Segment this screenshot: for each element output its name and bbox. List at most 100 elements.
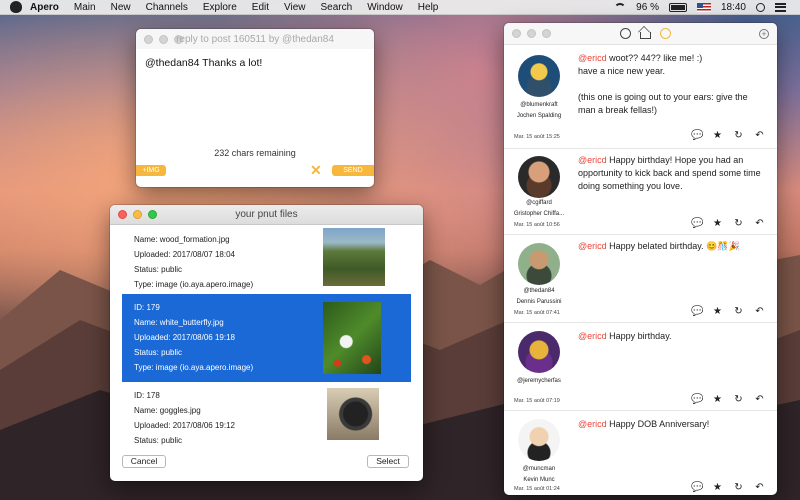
select-button[interactable]: Select xyxy=(367,455,409,468)
post-item[interactable]: @jeremycherfas Mar. 15 août 07:19 @ericd… xyxy=(504,323,777,411)
zoom-window-button[interactable] xyxy=(174,34,183,44)
close-window-button[interactable] xyxy=(118,210,127,219)
post-time: Mar. 15 août 07:19 xyxy=(514,398,560,404)
menu-edit[interactable]: Edit xyxy=(252,2,269,13)
reply-arrow-icon[interactable]: ↶ xyxy=(754,306,765,317)
file-thumbnail xyxy=(323,302,381,374)
menu-main[interactable]: Main xyxy=(74,2,96,13)
reply-arrow-icon[interactable]: ↶ xyxy=(754,394,765,405)
star-icon[interactable]: ★ xyxy=(712,130,723,141)
reply-bubble-icon[interactable]: 💬 xyxy=(691,130,703,141)
menu-new[interactable]: New xyxy=(111,2,131,13)
minimize-window-button[interactable] xyxy=(159,34,168,44)
new-post-icon[interactable]: + xyxy=(759,29,769,39)
post-text: @ericd Happy birthday! Hope you had an o… xyxy=(578,154,767,193)
star-icon[interactable]: ★ xyxy=(712,306,723,317)
battery-icon[interactable] xyxy=(668,2,687,12)
menu-help[interactable]: Help xyxy=(418,2,439,13)
post-fullname: Jochen Spalding xyxy=(516,113,562,119)
post-username[interactable]: @thedan84 xyxy=(504,286,574,297)
minimize-window-button[interactable] xyxy=(133,210,142,219)
mentions-icon[interactable] xyxy=(660,28,671,39)
star-icon[interactable]: ★ xyxy=(712,218,723,229)
global-stream-icon[interactable] xyxy=(620,28,631,39)
apple-menu-icon[interactable] xyxy=(10,1,22,13)
wifi-icon[interactable] xyxy=(614,2,627,12)
menu-channels[interactable]: Channels xyxy=(146,2,188,13)
star-icon[interactable]: ★ xyxy=(712,394,723,405)
avatar[interactable] xyxy=(518,331,560,373)
repost-icon[interactable]: ↻ xyxy=(733,482,744,493)
file-row[interactable]: ID: 178 Name: goggles.jpg Uploaded: 2017… xyxy=(122,382,411,447)
post-item[interactable]: @blumenkraft Jochen Spalding Mar. 15 aoû… xyxy=(504,45,777,149)
reply-bubble-icon[interactable]: 💬 xyxy=(691,306,703,317)
notification-center-icon[interactable] xyxy=(775,2,786,12)
home-icon[interactable] xyxy=(640,32,651,39)
menu-window[interactable]: Window xyxy=(367,2,403,13)
repost-icon[interactable]: ↻ xyxy=(733,130,744,141)
reply-arrow-icon[interactable]: ↶ xyxy=(754,482,765,493)
file-thumbnail xyxy=(327,388,379,440)
repost-icon[interactable]: ↻ xyxy=(733,218,744,229)
reply-window: reply to post 160511 by @thedan84 @theda… xyxy=(136,29,374,187)
post-item[interactable]: @muncman Kevin Munc Mar. 15 août 01:24 @… xyxy=(504,411,777,495)
minimize-window-button[interactable] xyxy=(527,29,536,38)
cancel-button[interactable]: Cancel xyxy=(122,455,166,468)
post-text: @ericd woot?? 44?? like me! :) have a ni… xyxy=(578,52,767,117)
battery-percent[interactable]: 96 % xyxy=(636,2,659,13)
reply-arrow-icon[interactable]: ↶ xyxy=(754,218,765,229)
post-username[interactable]: @cgiffard xyxy=(504,198,574,209)
post-mention[interactable]: @ericd xyxy=(578,155,607,165)
close-window-button[interactable] xyxy=(512,29,521,38)
avatar[interactable] xyxy=(518,156,560,198)
post-item[interactable]: @thedan84 Dennis Parussini Mar. 15 août … xyxy=(504,235,777,323)
post-body: Happy birthday. xyxy=(606,331,672,341)
timeline-posts[interactable]: @blumenkraft Jochen Spalding Mar. 15 aoû… xyxy=(504,45,777,495)
menu-bar: Apero Main New Channels Explore Edit Vie… xyxy=(0,0,800,15)
menu-view[interactable]: View xyxy=(284,2,306,13)
post-mention[interactable]: @ericd xyxy=(578,331,607,341)
compose-textarea[interactable]: @thedan84 Thanks a lot! xyxy=(145,57,365,69)
repost-icon[interactable]: ↻ xyxy=(733,394,744,405)
post-username[interactable]: @blumenkraft xyxy=(504,100,574,111)
file-row-selected[interactable]: ID: 179 Name: white_butterfly.jpg Upload… xyxy=(122,294,411,382)
post-mention[interactable]: @ericd xyxy=(578,53,607,63)
post-text: @ericd Happy DOB Anniversary! xyxy=(578,418,767,431)
post-username[interactable]: @jeremycherfas xyxy=(504,376,574,387)
post-mention[interactable]: @ericd xyxy=(578,241,607,251)
star-icon[interactable]: ★ xyxy=(712,482,723,493)
clock[interactable]: 18:40 xyxy=(721,2,746,13)
reply-arrow-icon[interactable]: ↶ xyxy=(754,130,765,141)
post-time: Mar. 15 août 07:41 xyxy=(514,310,560,316)
timeline-titlebar[interactable]: + xyxy=(504,23,777,45)
post-time: Mar. 15 août 15:25 xyxy=(514,134,560,140)
reply-bubble-icon[interactable]: 💬 xyxy=(691,218,703,229)
repost-icon[interactable]: ↻ xyxy=(733,306,744,317)
file-row[interactable]: Name: wood_formation.jpg Uploaded: 2017/… xyxy=(122,226,411,294)
file-thumbnail xyxy=(323,228,385,286)
reply-bubble-icon[interactable]: 💬 xyxy=(691,482,703,493)
close-window-button[interactable] xyxy=(144,34,153,44)
send-button[interactable]: SEND xyxy=(332,165,374,176)
cancel-post-icon[interactable]: ✕ xyxy=(310,163,322,177)
spotlight-search-icon[interactable] xyxy=(756,2,765,12)
menu-explore[interactable]: Explore xyxy=(203,2,237,13)
files-titlebar[interactable]: your pnut files xyxy=(110,205,423,225)
menu-app[interactable]: Apero xyxy=(30,2,59,13)
zoom-window-button[interactable] xyxy=(148,210,157,219)
file-list[interactable]: Name: wood_formation.jpg Uploaded: 2017/… xyxy=(122,226,411,447)
avatar[interactable] xyxy=(518,243,560,285)
zoom-window-button[interactable] xyxy=(542,29,551,38)
add-image-button[interactable]: +IMG xyxy=(136,165,166,176)
post-username[interactable]: @muncman xyxy=(504,464,574,475)
timeline-window: + @blumenkraft Jochen Spalding Mar. 15 a… xyxy=(504,23,777,495)
avatar[interactable] xyxy=(518,55,560,97)
input-source-flag-icon[interactable] xyxy=(696,2,711,12)
menu-search[interactable]: Search xyxy=(321,2,353,13)
post-mention[interactable]: @ericd xyxy=(578,419,607,429)
reply-titlebar[interactable]: reply to post 160511 by @thedan84 xyxy=(136,29,374,49)
post-item[interactable]: @cgiffard Gristopher Chiffa... Mar. 15 a… xyxy=(504,149,777,235)
avatar[interactable] xyxy=(518,419,560,461)
chars-remaining: 232 chars remaining xyxy=(214,148,296,158)
reply-bubble-icon[interactable]: 💬 xyxy=(691,394,703,405)
